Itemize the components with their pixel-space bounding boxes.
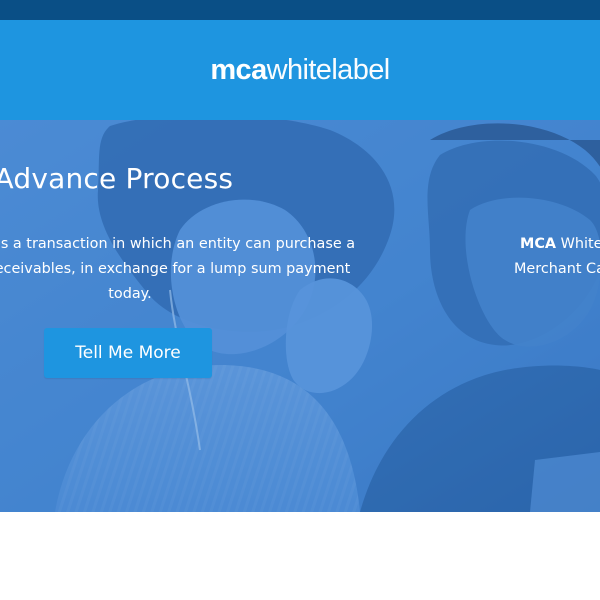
- logo-regular-text: whitelabel: [266, 53, 391, 86]
- next-slide-preview: MCA White Merchant Ca: [500, 232, 600, 282]
- laptop-shape: [530, 452, 600, 512]
- slide-description-line-1: ance (MCA), is a transaction in which an…: [0, 236, 356, 252]
- slide-description: ance (MCA), is a transaction in which an…: [0, 232, 400, 307]
- next-slide-line-2: Merchant Ca: [514, 261, 600, 277]
- below-hero-white-space: [0, 512, 600, 600]
- tell-me-more-button[interactable]: Tell Me More: [44, 328, 212, 378]
- slide-title: ant Cash Advance Process: [0, 162, 234, 195]
- next-slide-line-1: MCA White: [500, 232, 600, 257]
- next-slide-line-1-rest: White: [556, 236, 600, 252]
- logo-bold-text: mca: [210, 53, 267, 86]
- hero-carousel: ant Cash Advance Process ance (MCA), is …: [0, 120, 600, 512]
- site-header: mcawhitelabel: [0, 20, 600, 120]
- next-slide-strong-text: MCA: [520, 236, 557, 252]
- top-strip: [0, 0, 600, 20]
- slide-description-line-2: nt’s future receivables, in exchange for…: [0, 261, 351, 277]
- logo[interactable]: mcawhitelabel: [210, 53, 391, 86]
- slide-description-line-3: today.: [108, 286, 152, 302]
